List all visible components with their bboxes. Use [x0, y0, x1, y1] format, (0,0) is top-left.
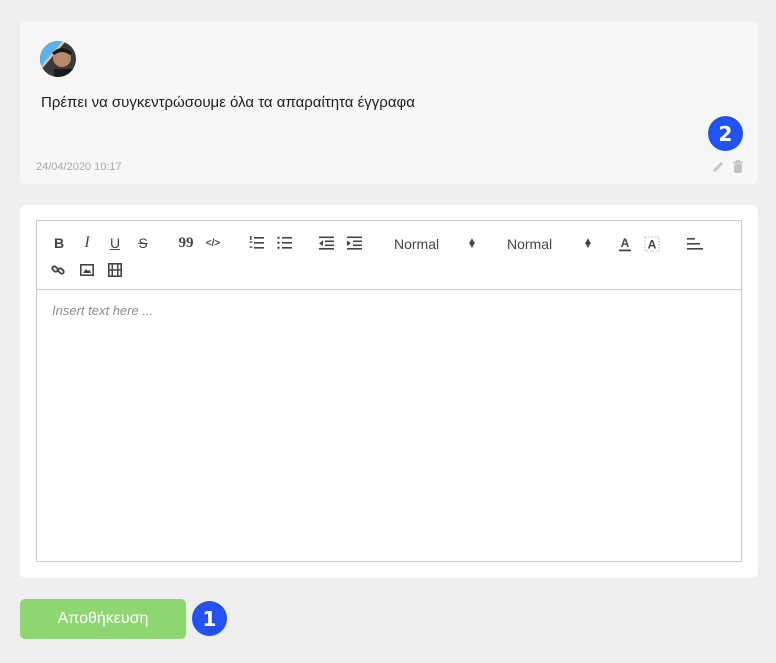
svg-text:A: A [621, 236, 630, 250]
trash-icon[interactable] [732, 160, 744, 174]
pencil-icon[interactable] [712, 160, 724, 174]
image-icon[interactable] [79, 262, 95, 278]
italic-icon[interactable]: I [79, 233, 95, 253]
header-picker[interactable]: Normal ▲ ▼ [394, 236, 484, 252]
size-picker[interactable]: Normal ▲ ▼ [507, 236, 597, 252]
rich-text-editor: B I U S 99 </> Normal ▲ ▼ Normal ▲ ▼ A A… [36, 220, 742, 562]
avatar [40, 41, 76, 77]
edit-step-badge: 2 [708, 116, 743, 151]
bold-icon[interactable]: B [51, 233, 67, 253]
picker-arrow-icon: ▲ ▼ [583, 236, 593, 251]
blockquote-icon[interactable]: 99 [177, 233, 195, 253]
code-icon[interactable]: </> [203, 233, 223, 253]
align-icon[interactable] [687, 237, 703, 251]
svg-text:A: A [648, 238, 657, 252]
comment-text: Πρέπει να συγκεντρώσουμε όλα τα απαραίτη… [41, 94, 415, 111]
outdent-icon[interactable] [319, 235, 335, 251]
comment-card: Πρέπει να συγκεντρώσουμε όλα τα απαραίτη… [20, 21, 758, 184]
editor-text-area[interactable]: Insert text here ... [37, 290, 741, 561]
size-picker-label: Normal [507, 236, 553, 252]
video-icon[interactable] [107, 262, 123, 278]
save-button[interactable]: Αποθήκευση [20, 599, 186, 639]
editor-toolbar: B I U S 99 </> Normal ▲ ▼ Normal ▲ ▼ A A [37, 221, 741, 290]
editor-card: B I U S 99 </> Normal ▲ ▼ Normal ▲ ▼ A A… [20, 205, 758, 578]
bullet-list-icon[interactable] [277, 235, 293, 251]
editor-placeholder: Insert text here ... [52, 303, 154, 318]
strike-icon[interactable]: S [135, 233, 151, 253]
indent-icon[interactable] [347, 235, 363, 251]
save-step-badge: 1 [192, 601, 227, 636]
link-icon[interactable] [51, 262, 65, 278]
ordered-list-icon[interactable] [249, 235, 265, 251]
header-picker-label: Normal [394, 236, 440, 252]
comment-actions [712, 160, 744, 174]
font-color-icon[interactable]: A [617, 235, 633, 253]
comment-date: 24/04/2020 10:17 [36, 161, 122, 173]
picker-arrow-icon: ▲ ▼ [467, 236, 477, 251]
background-color-icon[interactable]: A [643, 235, 661, 253]
underline-icon[interactable]: U [107, 233, 123, 253]
